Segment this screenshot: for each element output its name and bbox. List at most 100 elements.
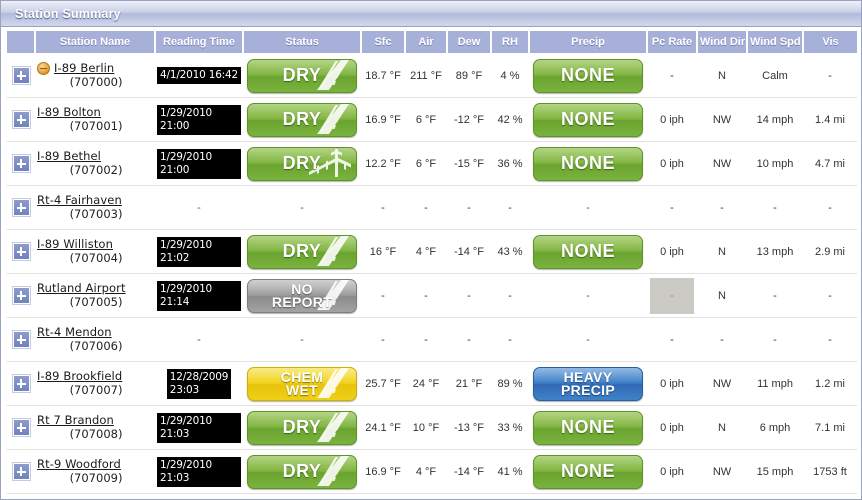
- column-header-reading-time[interactable]: Reading Time: [155, 31, 244, 54]
- column-header-precip[interactable]: Precip: [529, 31, 648, 54]
- row-expand-cell: [7, 53, 35, 98]
- precip-badge[interactable]: NONE: [533, 58, 643, 93]
- dew-point-value: 89 °F: [447, 53, 491, 98]
- status-badge[interactable]: DRY: [247, 234, 357, 269]
- row-expand-cell: [7, 185, 35, 230]
- station-link[interactable]: Rt-9 Woodford: [37, 457, 121, 471]
- precip-badge[interactable]: NONE: [533, 454, 643, 489]
- expand-row-plus-icon[interactable]: [12, 111, 30, 128]
- station-id: (707001): [69, 119, 123, 133]
- status-badge[interactable]: DRY: [247, 102, 357, 137]
- station-link[interactable]: I-89 Williston: [37, 237, 113, 251]
- table-row: I-89 Berlin (707000) 4/1/2010 16:42 DRY 18.7…: [7, 53, 857, 98]
- expand-row-plus-icon[interactable]: [12, 331, 30, 348]
- precip-badge[interactable]: NONE: [533, 410, 643, 445]
- column-header-sfc[interactable]: Sfc: [361, 31, 406, 54]
- table-row: Rutland Airport (707005) 1/29/2010 21:14 NO…: [7, 273, 857, 318]
- air-temp-value: 6 °F: [405, 97, 447, 142]
- station-link[interactable]: Rt-4 Fairhaven: [37, 193, 122, 207]
- column-header-air[interactable]: Air: [405, 31, 448, 54]
- column-header-station-name[interactable]: Station Name: [35, 31, 156, 54]
- status-cell: NO REPORT: [243, 273, 361, 318]
- station-link[interactable]: I-89 Bolton: [37, 105, 101, 119]
- expand-row-plus-icon[interactable]: [12, 199, 30, 216]
- expand-row-plus-icon[interactable]: [12, 155, 30, 172]
- reading-time-cell: 1/29/2010 21:14: [155, 273, 243, 318]
- column-header-status[interactable]: Status: [243, 31, 362, 54]
- expand-row-plus-icon[interactable]: [12, 243, 30, 260]
- precip-cell: NONE: [529, 53, 647, 98]
- precip-badge[interactable]: NONE: [533, 102, 643, 137]
- station-link[interactable]: I-89 Berlin: [54, 61, 114, 75]
- expand-row-plus-icon[interactable]: [12, 67, 30, 84]
- column-header-rh[interactable]: RH: [491, 31, 530, 54]
- station-name-line: Rt-9 Woodford: [37, 457, 153, 471]
- relative-humidity-value: 89 %: [491, 361, 529, 406]
- station-id: (707000): [69, 75, 123, 89]
- relative-humidity-value: -: [491, 273, 529, 318]
- station-id: (707004): [69, 251, 123, 265]
- station-name-line: Rutland Airport: [37, 281, 153, 295]
- table-header: Station Name Reading Time Status Sfc Air…: [7, 31, 857, 54]
- precip-badge[interactable]: NONE: [533, 146, 643, 181]
- status-badge[interactable]: DRY: [247, 454, 357, 489]
- expand-row-plus-icon[interactable]: [12, 375, 30, 392]
- precip-badge[interactable]: HEAVY PRECIP: [533, 366, 643, 401]
- station-link[interactable]: I-89 Brookfield: [37, 369, 122, 383]
- relative-humidity-value: 41 %: [491, 449, 529, 494]
- status-cell: -: [243, 317, 361, 362]
- air-temp-value: 6 °F: [405, 141, 447, 186]
- expand-row-plus-icon[interactable]: [12, 463, 30, 480]
- expand-row-plus-icon[interactable]: [12, 419, 30, 436]
- sfc-temp-value: 16 °F: [361, 229, 405, 274]
- station-summary-table: Station Name Reading Time Status Sfc Air…: [7, 31, 857, 494]
- table-row: Rt-4 Mendon (707006) - - - - - - - - - - -: [7, 317, 857, 362]
- page-title: Station Summary: [15, 6, 121, 21]
- pc-rate-cell: 0 iph: [647, 405, 697, 450]
- visibility-value: 1753 ft: [803, 449, 857, 494]
- status-cell: CHEM WET: [243, 361, 361, 406]
- precip-cell: -: [529, 273, 647, 318]
- station-name-cell: Rt 7 Brandon (707008): [35, 405, 155, 450]
- status-badge[interactable]: DRY: [247, 58, 357, 93]
- precip-badge-empty: -: [586, 333, 590, 346]
- column-header-pc-rate[interactable]: Pc Rate: [647, 31, 698, 54]
- status-badge[interactable]: CHEM WET: [247, 366, 357, 401]
- station-name-line: I-89 Bethel: [37, 149, 153, 163]
- station-link[interactable]: Rt-4 Mendon: [37, 325, 112, 339]
- station-name-line: I-89 Williston: [37, 237, 153, 251]
- dew-point-value: -: [447, 317, 491, 362]
- station-name-cell: I-89 Bethel (707002): [35, 141, 155, 186]
- dew-point-value: -12 °F: [447, 97, 491, 142]
- visibility-value: 4.7 mi: [803, 141, 857, 186]
- status-badge[interactable]: DRY: [247, 146, 357, 181]
- precip-badge[interactable]: NONE: [533, 234, 643, 269]
- precip-cell: NONE: [529, 97, 647, 142]
- precip-badge-label: NONE: [560, 65, 615, 85]
- reading-time-value: 1/29/2010 21:14: [157, 280, 241, 311]
- expand-row-plus-icon[interactable]: [12, 287, 30, 304]
- column-header-dew[interactable]: Dew: [447, 31, 492, 54]
- relative-humidity-value: 4 %: [491, 53, 529, 98]
- station-link[interactable]: Rutland Airport: [37, 281, 126, 295]
- status-badge-label: DRY: [282, 241, 322, 261]
- station-link[interactable]: Rt 7 Brandon: [37, 413, 114, 427]
- reading-time-cell: 12/28/2009 23:03: [155, 361, 243, 406]
- column-header-vis[interactable]: Vis: [803, 31, 857, 54]
- station-name-line: Rt-4 Fairhaven: [37, 193, 153, 207]
- status-cell: -: [243, 185, 361, 230]
- reading-time-cell: 1/29/2010 21:03: [155, 405, 243, 450]
- station-name-cell: Rt-4 Mendon (707006): [35, 317, 155, 362]
- reading-time-value: 4/1/2010 16:42: [157, 67, 241, 84]
- status-badge[interactable]: NO REPORT: [247, 278, 357, 313]
- wind-speed-value: 13 mph: [747, 229, 803, 274]
- status-badge-label: DRY: [282, 109, 322, 129]
- pc-rate-placeholder: -: [650, 277, 694, 314]
- station-link[interactable]: I-89 Bethel: [37, 149, 101, 163]
- row-expand-cell: [7, 317, 35, 362]
- column-header-wind-dir[interactable]: Wind Dir: [697, 31, 748, 54]
- station-name-line: I-89 Bolton: [37, 105, 153, 119]
- column-header-wind-spd[interactable]: Wind Spd: [747, 31, 804, 54]
- status-badge[interactable]: DRY: [247, 410, 357, 445]
- wind-speed-value: -: [747, 185, 803, 230]
